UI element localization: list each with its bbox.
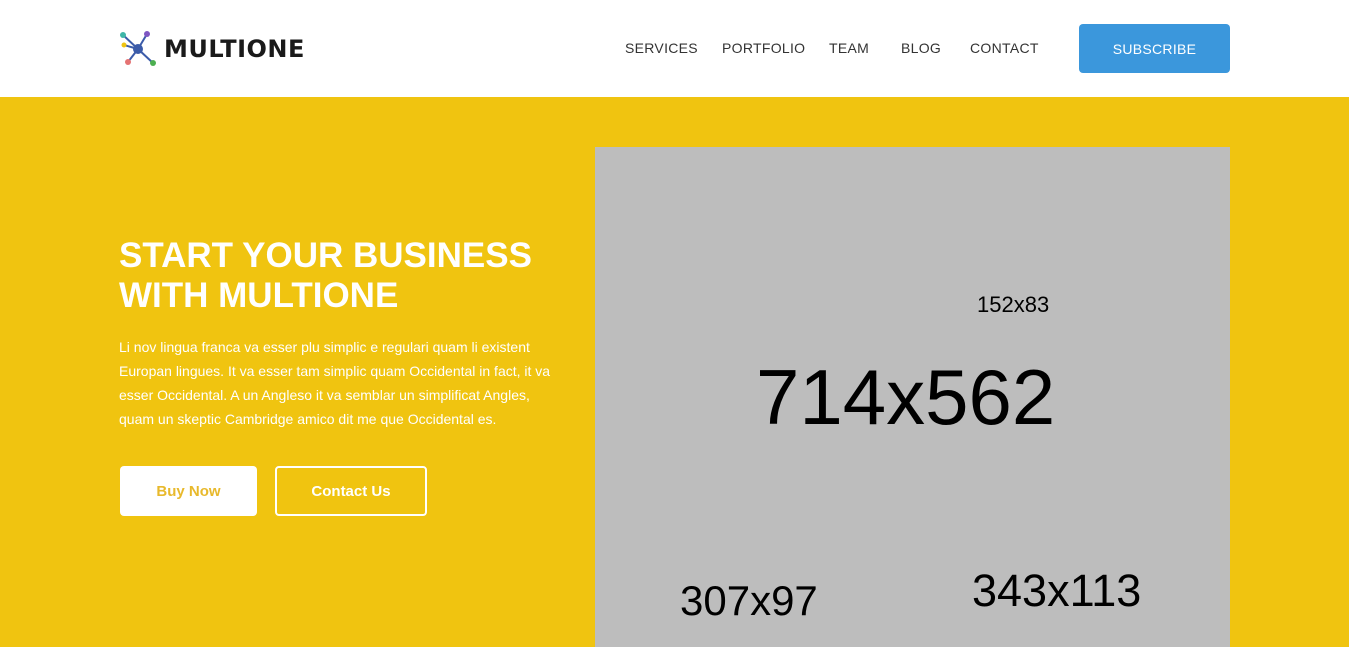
nav-team[interactable]: TEAM (829, 40, 869, 56)
placeholder-label-large: 714x562 (756, 353, 1056, 441)
contact-us-button[interactable]: Contact Us (275, 466, 427, 516)
nav-services[interactable]: SERVICES (625, 40, 698, 56)
hero-image-placeholder: 152x83 714x562 307x97 343x113 (595, 147, 1230, 647)
logo-text: MULTIONE (164, 35, 305, 63)
hero-section: START YOUR BUSINESS WITH MULTIONE Li nov… (0, 97, 1349, 647)
logo[interactable]: MULTIONE (119, 29, 305, 69)
hero-title: START YOUR BUSINESS WITH MULTIONE (119, 236, 559, 316)
site-header: MULTIONE SERVICES PORTFOLIO TEAM BLOG CO… (0, 0, 1349, 97)
molecule-icon (120, 31, 156, 66)
placeholder-label-left: 307x97 (680, 577, 818, 624)
hero-title-line2: WITH MULTIONE (119, 276, 399, 315)
nav-blog[interactable]: BLOG (901, 40, 941, 56)
placeholder-label-right: 343x113 (972, 565, 1142, 616)
section-divider (0, 647, 1349, 657)
hero-title-line1: START YOUR BUSINESS (119, 236, 532, 275)
hero-description: Li nov lingua franca va esser plu simpli… (119, 339, 551, 427)
nav-portfolio[interactable]: PORTFOLIO (722, 40, 805, 56)
buy-now-button[interactable]: Buy Now (120, 466, 257, 516)
placeholder-label-small: 152x83 (977, 292, 1050, 317)
nav-contact[interactable]: CONTACT (970, 40, 1039, 56)
subscribe-button[interactable]: SUBSCRIBE (1079, 24, 1230, 73)
